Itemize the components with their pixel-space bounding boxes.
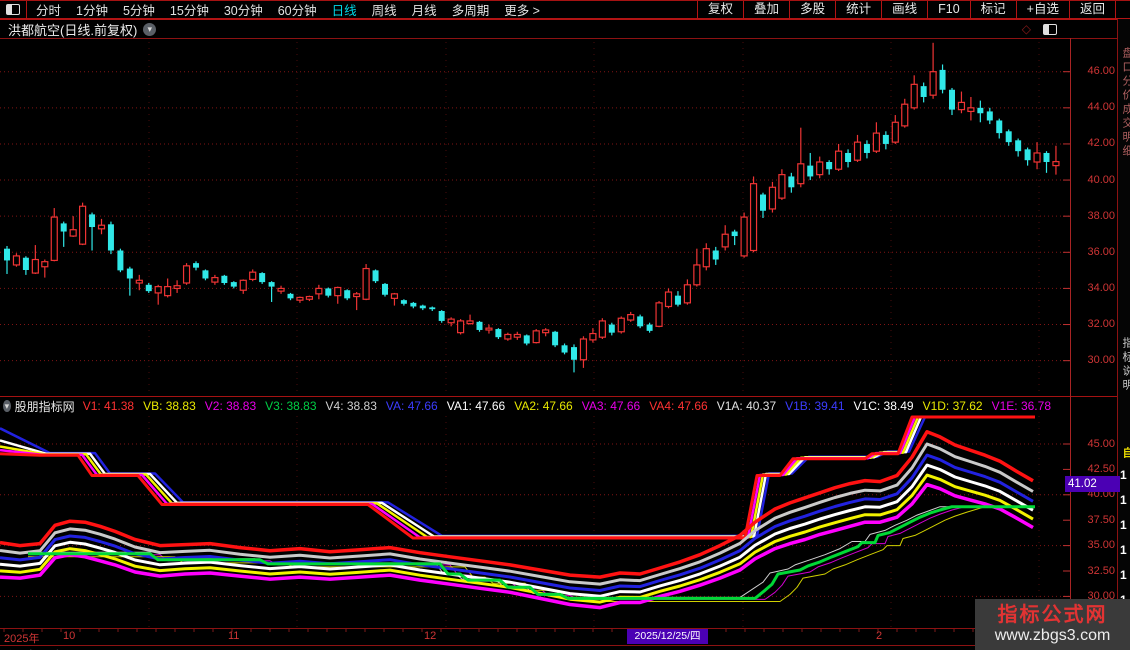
- title-bar: 洪都航空(日线.前复权) ▾ ◇: [0, 20, 1117, 38]
- indicator-value-V1D: V1D: 37.62: [922, 399, 983, 413]
- title-mini-icons: ◇: [1022, 22, 1057, 36]
- indicator-value-V4: V4: 38.83: [325, 399, 377, 413]
- panel-layout-icon[interactable]: [1043, 23, 1057, 35]
- tool-button-统计[interactable]: 统计: [835, 1, 881, 18]
- right-sidebar-strip[interactable]: 盘口分价成交明细 指标说明 自 1111111: [1118, 19, 1130, 650]
- border-axis-left: [1070, 38, 1071, 646]
- indicator-value-V1A: V1A: 40.37: [716, 399, 777, 413]
- indicator-value-VA2: VA2: 47.66: [514, 399, 573, 413]
- border-indicator: [0, 396, 1117, 397]
- indicator-value-VA1: VA1: 47.66: [446, 399, 506, 413]
- tool-button-多股[interactable]: 多股: [789, 1, 835, 18]
- watermark-title: 指标公式网: [997, 604, 1108, 627]
- indicator-value-V1E: V1E: 36.78: [991, 399, 1051, 413]
- tool-button-+自选[interactable]: +自选: [1015, 1, 1069, 18]
- strip-top-text: 盘口分价成交明细: [1121, 47, 1130, 159]
- tool-button-标记[interactable]: 标记: [969, 1, 1016, 18]
- main-axis-label: 44.00: [1087, 101, 1115, 114]
- date-axis: 2025年 10 11 12 2 2025/12/25/四: [0, 628, 1117, 645]
- tools-menu: 复权 叠加 多股 统计 画线 F10 标记 +自选 返回: [697, 1, 1116, 18]
- diamond-icon[interactable]: ◇: [1022, 22, 1031, 36]
- indicator-axis-label: 35.00: [1087, 539, 1115, 552]
- main-axis-label: 46.00: [1087, 65, 1115, 78]
- crosshair-price-label: 41.02: [1065, 476, 1120, 492]
- period-tab-15分钟[interactable]: 15分钟: [170, 0, 209, 19]
- period-tab-日线[interactable]: 日线: [332, 0, 357, 19]
- period-tab-1分钟[interactable]: 1分钟: [76, 0, 108, 19]
- indicator-value-V1: V1: 41.38: [82, 399, 135, 413]
- watermark: 指标公式网 www.zbgs3.com: [975, 599, 1130, 650]
- indicator-axis-label: 42.50: [1087, 462, 1115, 475]
- strip-mid-text: 指标说明: [1121, 337, 1130, 393]
- period-tab-更多 >[interactable]: 更多 >: [504, 0, 540, 19]
- strip-digit: 1: [1120, 518, 1127, 532]
- indicator-value-V2: V2: 38.83: [204, 399, 257, 413]
- indicator-value-VA: VA: 47.66: [385, 399, 438, 413]
- month-label-2: 2: [876, 630, 883, 642]
- indicator-value-V3: V3: 38.83: [265, 399, 317, 413]
- chevron-down-icon[interactable]: ▾: [3, 400, 11, 412]
- main-axis-label: 42.00: [1087, 137, 1115, 150]
- period-tab-5分钟[interactable]: 5分钟: [123, 0, 155, 19]
- indicator-values: V1: 41.38 VB: 38.83 V2: 38.83 V3: 38.83 V4: …: [83, 398, 1060, 414]
- strip-digit: 1: [1120, 468, 1127, 482]
- chart-canvas: [0, 42, 1070, 632]
- indicator-value-VA3: VA3: 47.66: [581, 399, 641, 413]
- chevron-down-icon[interactable]: ▾: [143, 22, 157, 36]
- main-axis-label: 36.00: [1087, 245, 1115, 258]
- month-label-10: 10: [63, 630, 76, 642]
- app-window: 分时 1分钟 5分钟 15分钟 30分钟 60分钟 日线 周线 月线 多周期 更多 > 复权 叠加 多股…: [0, 0, 1130, 650]
- main-axis-label: 30.00: [1087, 354, 1115, 367]
- period-tab-分时[interactable]: 分时: [36, 0, 61, 19]
- strip-digit: 1: [1120, 568, 1127, 582]
- layout-toggle-button[interactable]: [0, 1, 27, 18]
- indicator-axis-label: 45.00: [1087, 437, 1115, 450]
- tool-button-返回[interactable]: 返回: [1068, 1, 1116, 18]
- indicator-axis-label: 37.50: [1087, 513, 1115, 526]
- main-axis-label: 40.00: [1087, 173, 1115, 186]
- tool-button-复权[interactable]: 复权: [697, 1, 743, 18]
- indicator-header: ▾ 股朋指标网 V1: 41.38 VB: 38.83 V2: 38.83 V3: 3…: [0, 398, 1060, 414]
- toolbar: 分时 1分钟 5分钟 15分钟 30分钟 60分钟 日线 周线 月线 多周期 更多 > 复权 叠加 多股…: [0, 1, 1130, 18]
- indicator-value-V1C: V1C: 38.49: [853, 399, 914, 413]
- tool-button-F10[interactable]: F10: [927, 1, 970, 18]
- period-tab-周线[interactable]: 周线: [372, 0, 397, 19]
- period-tab-60分钟[interactable]: 60分钟: [278, 0, 317, 19]
- strip-digit: 1: [1120, 543, 1127, 557]
- month-label-11: 11: [228, 630, 240, 642]
- watermark-url: www.zbgs3.com: [994, 627, 1111, 645]
- indicator-axis-label: 32.50: [1087, 564, 1115, 577]
- main-axis-label: 32.00: [1087, 318, 1115, 331]
- indicator-value-VA4: VA4: 47.66: [649, 399, 708, 413]
- period-tab-30分钟[interactable]: 30分钟: [224, 0, 263, 19]
- border-title: [0, 38, 1117, 39]
- indicator-value-VB: VB: 38.83: [143, 399, 196, 413]
- strip-digit: 1: [1120, 493, 1127, 507]
- tool-button-叠加[interactable]: 叠加: [743, 1, 789, 18]
- selected-date-label: 2025/12/25/四: [627, 629, 708, 644]
- period-tab-月线[interactable]: 月线: [412, 0, 437, 19]
- main-axis-label: 34.00: [1087, 281, 1115, 294]
- indicator-source-label: 股朋指标网: [14, 399, 75, 414]
- period-tab-多周期[interactable]: 多周期: [452, 0, 490, 19]
- month-label-12: 12: [424, 630, 437, 642]
- stock-title: 洪都航空(日线.前复权): [8, 22, 138, 38]
- indicator-value-V1B: V1B: 39.41: [785, 399, 845, 413]
- bottom-clipped-row: 分时 多日: [0, 646, 1117, 650]
- year-label: 2025年: [4, 633, 40, 645]
- strip-tab-label[interactable]: 自: [1119, 447, 1130, 461]
- tool-button-画线[interactable]: 画线: [881, 1, 927, 18]
- panel-layout-icon: [6, 4, 20, 15]
- main-axis-label: 38.00: [1087, 209, 1115, 222]
